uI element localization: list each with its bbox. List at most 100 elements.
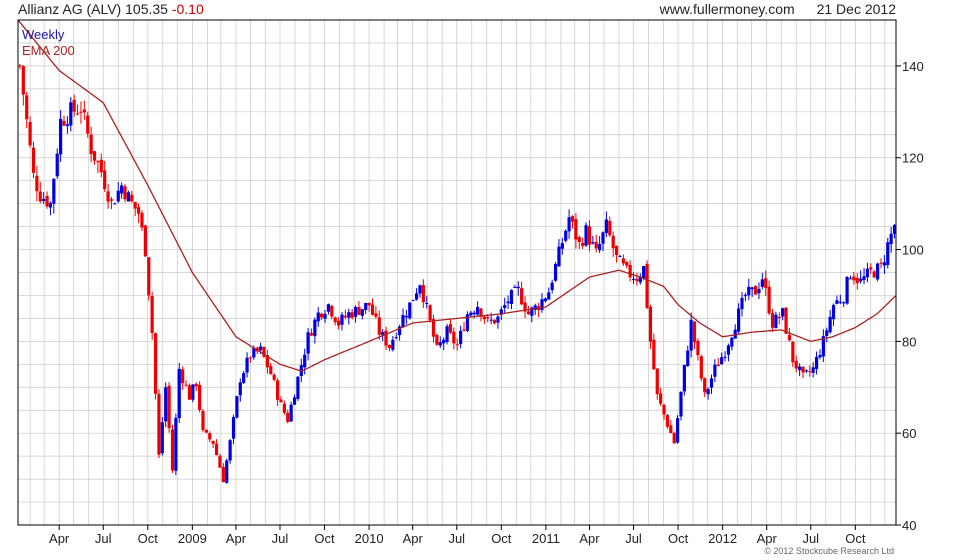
candle-body	[445, 326, 449, 343]
candle	[18, 63, 22, 70]
candle-body	[859, 278, 863, 282]
candle-body	[889, 233, 893, 245]
candle	[136, 203, 141, 223]
candle	[79, 101, 83, 124]
candle	[794, 355, 798, 373]
candle	[862, 267, 866, 285]
candle-body	[492, 319, 497, 324]
candle	[787, 327, 792, 342]
candle	[201, 409, 205, 433]
candle	[153, 332, 158, 400]
candle	[699, 354, 703, 382]
candle	[231, 414, 236, 445]
candle	[414, 288, 419, 301]
candle-body	[723, 356, 727, 358]
candle-body	[838, 301, 842, 303]
candle-body	[150, 296, 154, 333]
candle-body	[272, 374, 276, 380]
candle	[377, 310, 381, 340]
candle-body	[577, 237, 581, 243]
candle	[69, 97, 73, 132]
candle-body	[72, 99, 76, 112]
candle-body	[245, 357, 249, 373]
candle	[757, 282, 761, 300]
candle	[387, 344, 392, 352]
candle	[686, 345, 690, 367]
candle	[662, 404, 666, 420]
candle-body	[784, 307, 788, 334]
x-tick-label: Jul	[802, 531, 819, 546]
candle-body	[675, 418, 680, 443]
candle	[21, 65, 25, 106]
candle-body	[879, 262, 883, 264]
candle-body	[357, 307, 361, 315]
candle	[157, 389, 161, 459]
candle-body	[747, 286, 751, 296]
candle-body	[520, 288, 524, 305]
candle-body	[221, 467, 225, 483]
candle-body	[174, 417, 178, 471]
candle-body	[655, 368, 659, 395]
candle-body	[448, 324, 453, 333]
candle	[421, 279, 425, 308]
candle-body	[86, 115, 90, 134]
x-tick-label: Apr	[579, 531, 600, 546]
candle	[401, 308, 405, 328]
price-chart: 40 60 80 100 120 140 Apr Jul Oct 2009 Apr Jul Oct 20…	[17, 19, 924, 546]
candle-body	[743, 294, 747, 297]
candle	[553, 262, 558, 283]
candle	[703, 377, 707, 397]
candle-body	[814, 356, 819, 370]
candle-body	[147, 257, 151, 296]
candle-body	[99, 159, 103, 173]
candle	[404, 309, 408, 325]
candle	[838, 294, 842, 305]
candle	[357, 301, 361, 316]
candle-body	[852, 276, 856, 281]
candle	[774, 311, 778, 329]
candle	[320, 312, 324, 321]
candle-body	[794, 360, 798, 369]
candle-body	[462, 329, 466, 331]
candle-body	[608, 220, 612, 236]
candle-body	[665, 415, 670, 427]
candle-body	[760, 279, 764, 287]
candle-body	[648, 306, 653, 342]
candle	[164, 382, 168, 428]
candle	[350, 308, 354, 320]
candle-body	[604, 219, 609, 233]
x-tick-label: Jul	[95, 531, 112, 546]
candle-body	[187, 385, 192, 400]
candle	[72, 94, 76, 117]
candle	[228, 438, 232, 464]
candle-body	[62, 120, 66, 126]
candle	[577, 235, 581, 250]
candle	[679, 391, 683, 421]
candle-body	[486, 317, 490, 319]
candle	[120, 182, 124, 199]
candle-body	[65, 124, 69, 127]
candle-body	[133, 201, 137, 209]
candle-body	[659, 393, 663, 404]
legend: WeeklyEMA 200	[22, 27, 75, 58]
candle-body	[472, 312, 476, 315]
candle-body	[703, 378, 707, 393]
candle	[509, 289, 514, 310]
candle	[865, 262, 870, 283]
x-tick-label: 2012	[708, 531, 737, 546]
candle-body	[411, 299, 415, 301]
candle-body	[652, 339, 656, 370]
candle	[770, 308, 775, 332]
candle	[445, 323, 449, 345]
candle-body	[279, 399, 283, 403]
candle	[716, 357, 720, 367]
candle	[655, 368, 659, 400]
candle-body	[706, 388, 710, 395]
candle-body	[204, 429, 208, 433]
candle	[798, 363, 802, 377]
candle-body	[567, 217, 571, 232]
candle-body	[96, 161, 100, 163]
candle-body	[116, 190, 120, 202]
candle-body	[435, 335, 439, 345]
candle	[638, 273, 642, 285]
